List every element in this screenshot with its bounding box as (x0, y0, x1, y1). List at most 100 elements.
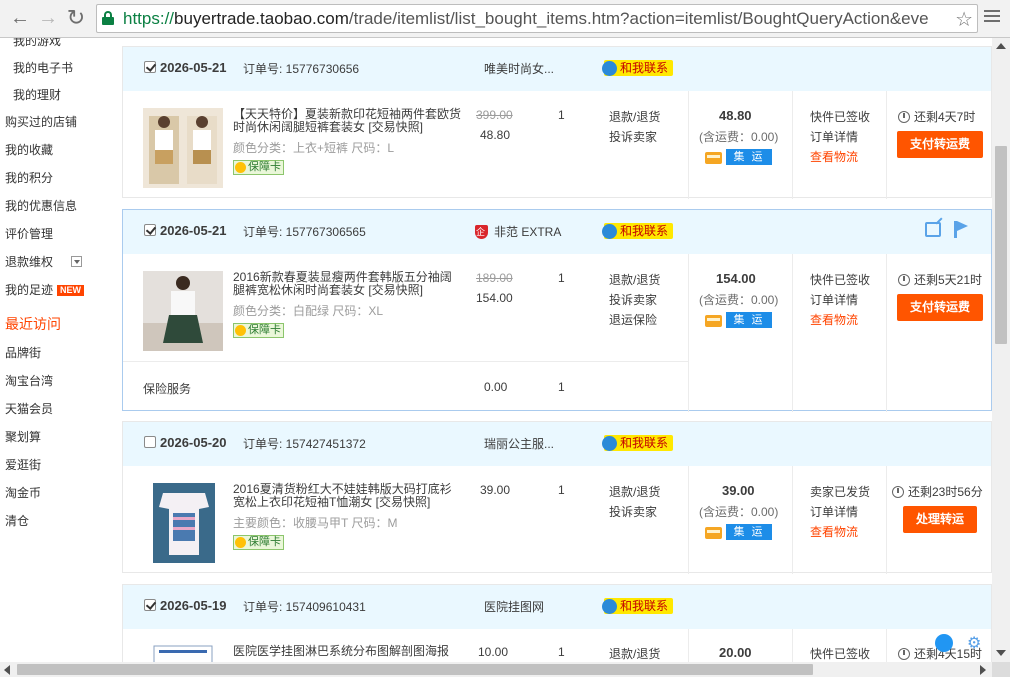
order-number: 订单号: 157409610431 (243, 600, 366, 614)
shop-name[interactable]: 医院挂图网 (484, 598, 544, 615)
order-checkbox[interactable] (144, 599, 156, 611)
order-detail-link[interactable]: 订单详情 (810, 128, 858, 145)
scroll-right-icon[interactable] (980, 665, 986, 675)
product-title[interactable]: 2016夏清货粉红大不娃娃韩版大码打底衫宽松上衣印花短袖T恤潮女 [交易快照] (233, 483, 463, 509)
sidebar-item-recent[interactable]: 品牌街 (5, 344, 41, 361)
order-detail-link[interactable]: 订单详情 (810, 503, 858, 520)
product-title[interactable]: 【天天特价】夏装新款印花短袖两件套欧货时尚休闲阔腿短裤套装女 [交易快照] (233, 108, 463, 134)
complain-link[interactable]: 投诉卖家 (609, 503, 657, 520)
contact-seller-button[interactable]: 和我联系 (601, 598, 674, 614)
complain-link[interactable]: 投诉卖家 (609, 128, 657, 145)
refund-link[interactable]: 退款/退货 (609, 108, 660, 125)
sidebar-item-reviews[interactable]: 评价管理 (5, 225, 53, 242)
scroll-thumb[interactable] (17, 664, 813, 675)
clock-icon (898, 648, 910, 660)
countdown: 还剩23时56分 (892, 483, 983, 500)
shipping-fee: (含运费：0.00) (699, 505, 779, 519)
product-title[interactable]: 医院医学挂图淋巴系统分布图解剖图海报 (233, 645, 463, 658)
order-date: 2026-05-19 (160, 598, 227, 613)
contact-seller-button[interactable]: 和我联系 (601, 60, 674, 76)
scroll-thumb[interactable] (995, 146, 1007, 344)
order-checkbox[interactable] (144, 436, 156, 448)
shipping-fee: (含运费：0.00) (699, 293, 779, 307)
recent-visits-title: 最近访问 (5, 316, 61, 332)
refund-link[interactable]: 退款/退货 (609, 483, 660, 500)
back-icon[interactable]: ← (8, 6, 32, 30)
sidebar-item-recent[interactable]: 爱逛街 (5, 456, 41, 473)
sidebar-item-ebooks[interactable]: 我的电子书 (13, 59, 73, 76)
sidebar-item-points[interactable]: 我的积分 (5, 169, 53, 186)
shop-name[interactable]: 瑞丽公主服... (484, 435, 554, 452)
contact-seller-button[interactable]: 和我联系 (601, 223, 674, 239)
scroll-down-icon[interactable] (996, 650, 1006, 656)
pay-forwarding-button[interactable]: 支付转运费 (897, 294, 983, 321)
logistics-link[interactable]: 查看物流 (810, 311, 858, 328)
sidebar-item-label: 我的足迹 (5, 283, 54, 297)
logistics-link[interactable]: 查看物流 (810, 148, 858, 165)
total-price: 20.00 (719, 645, 752, 660)
shop-name[interactable]: 非范 EXTRA (475, 223, 561, 240)
scroll-up-icon[interactable] (996, 43, 1006, 49)
address-bar[interactable]: https://buyertrade.taobao.com/trade/item… (96, 4, 978, 33)
order-detail-link[interactable]: 订单详情 (810, 291, 858, 308)
scroll-left-icon[interactable] (4, 665, 10, 675)
sidebar-item-finance[interactable]: 我的理财 (13, 86, 61, 103)
sidebar-item-recent[interactable]: 清仓 (5, 512, 29, 529)
complain-link[interactable]: 投诉卖家 (609, 291, 657, 308)
sidebar-item-games[interactable]: 我的游戏 (13, 38, 61, 49)
order-number: 订单号: 157427451372 (243, 437, 366, 451)
sidebar-item-refunds[interactable]: 退款维权 (5, 253, 83, 270)
pay-forwarding-button[interactable]: 支付转运费 (897, 131, 983, 158)
sidebar-item-shops[interactable]: 购买过的店铺 (5, 113, 77, 130)
horizontal-scrollbar[interactable] (0, 662, 992, 677)
product-title[interactable]: 2016新款春夏装显瘦两件套韩版五分袖阔腿裤宽松休闲时尚套装女 [交易快照] (233, 271, 463, 297)
product-thumbnail[interactable] (153, 483, 215, 563)
unit-price: 48.80 (480, 128, 511, 142)
consolidation-button[interactable]: 集 运 (726, 149, 772, 165)
url-text[interactable]: https://buyertrade.taobao.com/trade/item… (123, 9, 953, 29)
sidebar-item-favorites[interactable]: 我的收藏 (5, 141, 53, 158)
order-checkbox[interactable] (144, 224, 156, 236)
expand-icon[interactable] (71, 256, 83, 267)
vertical-scrollbar[interactable] (992, 38, 1010, 662)
order-card: 2026-05-20 订单号: 157427451372 瑞丽公主服... 和我… (122, 421, 992, 574)
refund-link[interactable]: 退款/退货 (609, 645, 660, 662)
order-header: 2026-05-21 订单号: 15776730656 唯美时尚女... 和我联… (123, 47, 991, 91)
return-insurance-link[interactable]: 退运保险 (609, 311, 657, 328)
gear-icon[interactable]: ⚙ (967, 633, 981, 653)
sidebar-item-recent[interactable]: 淘宝台湾 (5, 372, 53, 389)
contact-seller-button[interactable]: 和我联系 (601, 435, 674, 451)
sidebar-item-recent[interactable]: 淘金币 (5, 484, 41, 501)
refund-link[interactable]: 退款/退货 (609, 271, 660, 288)
sidebar-item-coupons[interactable]: 我的优惠信息 (5, 197, 77, 214)
sidebar-item-recent[interactable]: 聚划算 (5, 428, 41, 445)
order-checkbox[interactable] (144, 61, 156, 73)
consolidation-button[interactable]: 集 运 (726, 524, 772, 540)
assistant-icon[interactable] (935, 634, 953, 652)
total-price: 154.00 (716, 271, 756, 286)
logistics-link[interactable]: 查看物流 (810, 523, 858, 540)
forward-icon[interactable]: → (36, 6, 60, 30)
shop-name[interactable]: 唯美时尚女... (484, 60, 554, 77)
product-thumbnail[interactable] (153, 645, 213, 662)
scrollbar-corner (992, 662, 1010, 677)
sidebar-item-footprint[interactable]: 我的足迹 NEW (5, 281, 85, 298)
consolidation-button[interactable]: 集 运 (726, 312, 772, 328)
product-thumbnail[interactable] (143, 108, 223, 188)
sidebar-item-recent[interactable]: 天猫会员 (5, 400, 53, 417)
reload-icon[interactable]: ↻ (64, 6, 88, 30)
guarantee-badge[interactable]: 保障卡 (233, 323, 284, 338)
flag-icon[interactable] (954, 221, 968, 238)
handle-forwarding-button[interactable]: 处理转运 (903, 506, 977, 533)
browser-menu-icon[interactable] (984, 10, 1000, 26)
order-card: 2026-05-19 订单号: 157409610431 医院挂图网 和我联系 … (122, 584, 992, 662)
guarantee-badge[interactable]: 保障卡 (233, 535, 284, 550)
unit-price: 10.00 (478, 645, 509, 659)
share-icon[interactable] (925, 222, 941, 237)
guarantee-badge[interactable]: 保障卡 (233, 160, 284, 175)
bookmark-star-icon[interactable]: ☆ (955, 7, 973, 32)
sidebar: 我的游戏 我的电子书 我的理财 购买过的店铺 我的收藏 我的积分 我的优惠信息 … (0, 38, 105, 662)
quantity: 1 (558, 645, 565, 659)
service-quantity: 1 (558, 380, 565, 394)
product-thumbnail[interactable] (143, 271, 223, 351)
